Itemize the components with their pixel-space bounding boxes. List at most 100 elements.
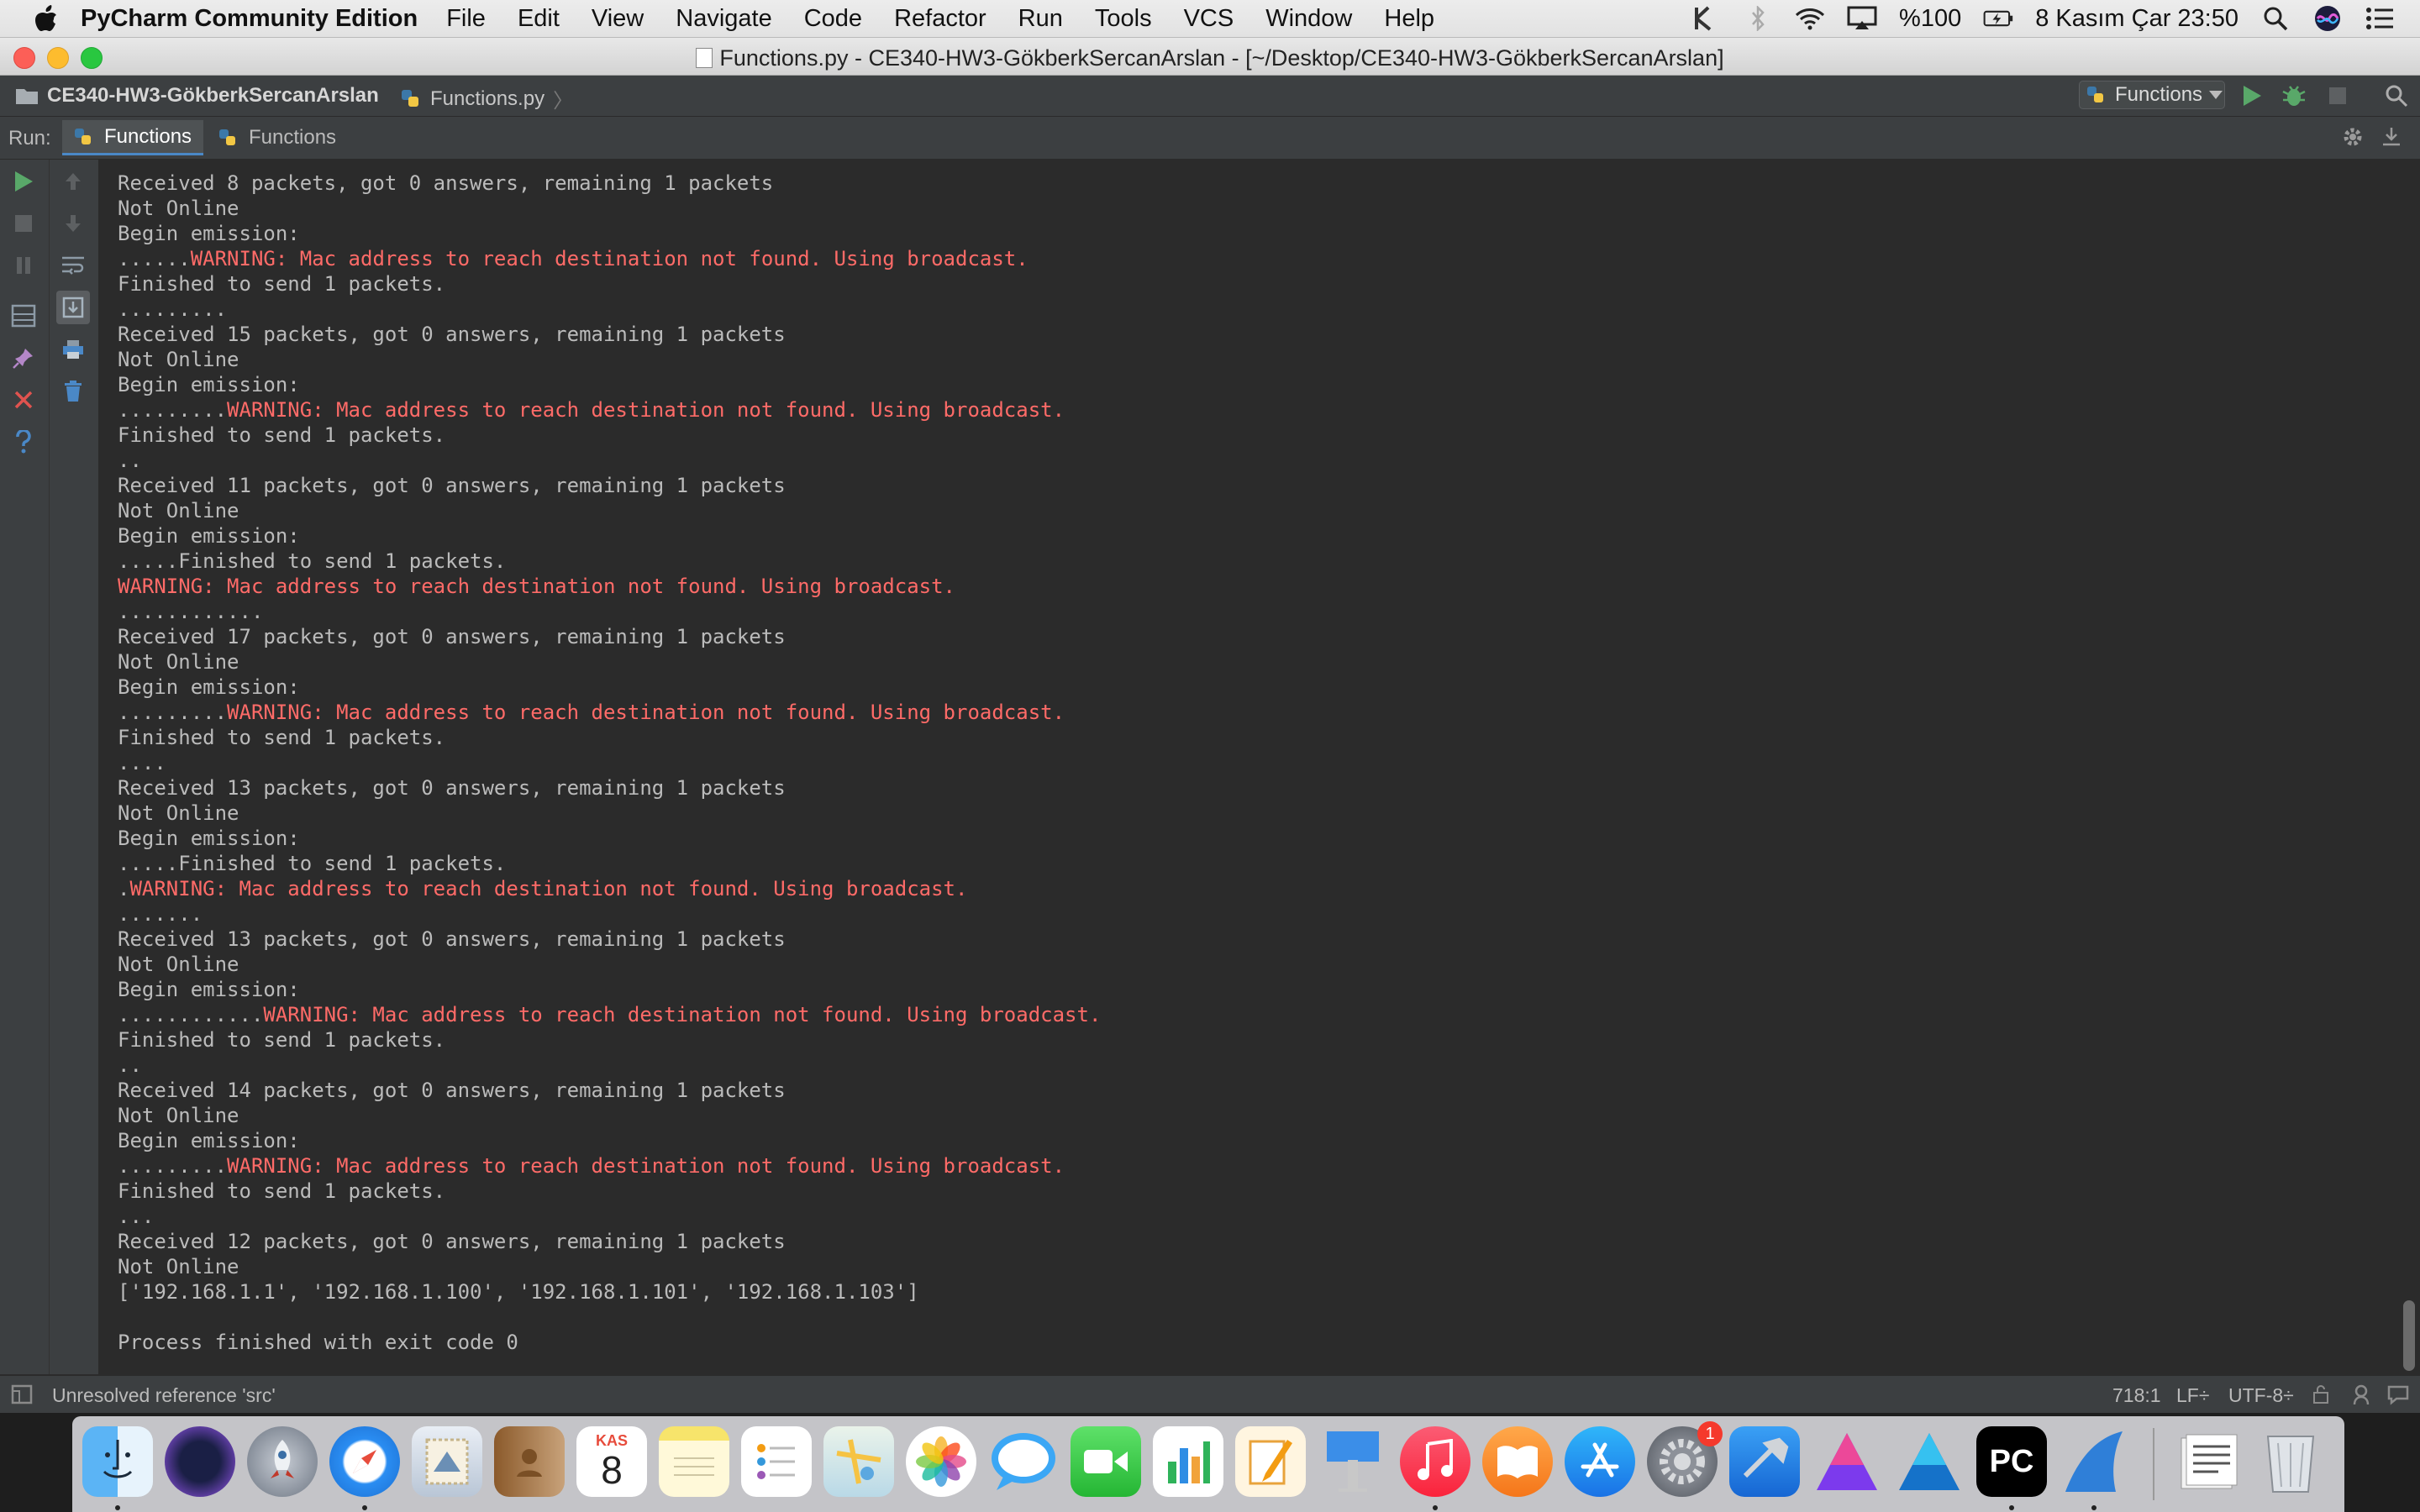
- console-progress-dots: ............: [118, 1003, 264, 1026]
- launchpad-rocket-icon[interactable]: [247, 1426, 318, 1497]
- pin-tab-icon[interactable]: [7, 341, 40, 375]
- console-line: .WARNING: Mac address to reach destinati…: [118, 876, 967, 901]
- search-everywhere-icon[interactable]: [2380, 79, 2413, 113]
- ibooks-icon[interactable]: [1482, 1426, 1553, 1497]
- stop-process-icon[interactable]: [7, 207, 40, 240]
- notification-center-icon[interactable]: [2365, 6, 2395, 31]
- console-line: WARNING: Mac address to reach destinatio…: [118, 574, 955, 599]
- run-tab-functions-active[interactable]: Functions: [62, 120, 204, 155]
- console-line: Begin emission:: [118, 1129, 300, 1152]
- run-console-output[interactable]: Received 8 packets, got 0 answers, remai…: [99, 160, 2393, 1374]
- pages-icon[interactable]: [1235, 1426, 1306, 1497]
- contacts-book-icon[interactable]: [494, 1426, 565, 1497]
- menu-code[interactable]: Code: [804, 5, 862, 33]
- scrollbar-thumb[interactable]: [2403, 1300, 2415, 1371]
- breadcrumb-project[interactable]: CE340-HW3-GökberkSercanArslan: [15, 84, 379, 108]
- inspector-hector-icon[interactable]: [2344, 1378, 2378, 1411]
- notes-icon[interactable]: [659, 1426, 729, 1497]
- scroll-to-end-icon[interactable]: [56, 291, 90, 324]
- trash-can-icon[interactable]: [2255, 1426, 2326, 1497]
- console-line: Begin emission:: [118, 978, 300, 1001]
- breadcrumb-file[interactable]: Functions.py 〉: [400, 84, 573, 113]
- help-icon[interactable]: [7, 425, 40, 459]
- affinity-photo-icon[interactable]: [1812, 1426, 1882, 1497]
- console-line: Not Online: [118, 197, 239, 220]
- trash-icon[interactable]: [56, 375, 90, 408]
- tool-windows-toggle-icon[interactable]: [5, 1378, 39, 1411]
- python-run-icon: [219, 129, 235, 145]
- app-store-icon[interactable]: [1565, 1426, 1635, 1497]
- console-line: .........: [118, 297, 228, 321]
- documents-stack-icon[interactable]: [2173, 1426, 2244, 1497]
- reminders-icon[interactable]: [741, 1426, 812, 1497]
- run-configuration-selector[interactable]: Functions: [2079, 81, 2225, 109]
- caret-position[interactable]: 718:1: [2112, 1384, 2161, 1407]
- scroll-down-arrow-icon[interactable]: [56, 207, 90, 240]
- clock-datetime[interactable]: 8 Kasım Çar 23:50: [2035, 5, 2238, 33]
- itunes-music-icon[interactable]: [1400, 1426, 1470, 1497]
- close-icon[interactable]: [7, 383, 40, 417]
- keynote-podium-icon[interactable]: [1318, 1426, 1388, 1497]
- siri-icon[interactable]: [2312, 6, 2343, 31]
- facetime-icon[interactable]: [1071, 1426, 1141, 1497]
- menu-window[interactable]: Window: [1265, 5, 1352, 33]
- stop-icon[interactable]: [2321, 79, 2354, 113]
- read-only-lock-icon[interactable]: [2304, 1378, 2338, 1411]
- spotlight-search-icon[interactable]: [2260, 6, 2291, 31]
- wireshark-fin-icon[interactable]: [2059, 1426, 2129, 1497]
- xcode-hammer-icon[interactable]: [1729, 1426, 1800, 1497]
- status-message: Unresolved reference 'src': [52, 1384, 276, 1406]
- menu-file[interactable]: File: [446, 5, 486, 33]
- photos-flower-icon[interactable]: [906, 1426, 976, 1497]
- rerun-icon[interactable]: [7, 165, 40, 198]
- hide-panel-icon[interactable]: [2375, 120, 2408, 154]
- console-warning-text: WARNING: Mac address to reach destinatio…: [129, 877, 968, 900]
- scroll-up-arrow-icon[interactable]: [56, 165, 90, 198]
- layout-icon[interactable]: [7, 299, 40, 333]
- menu-navigate[interactable]: Navigate: [676, 5, 771, 33]
- maps-icon[interactable]: [823, 1426, 894, 1497]
- numbers-chart-icon[interactable]: [1153, 1426, 1223, 1497]
- breadcrumb-file-label: Functions.py: [430, 87, 545, 110]
- run-tab-functions[interactable]: Functions: [207, 120, 348, 155]
- event-log-icon[interactable]: [2381, 1378, 2415, 1411]
- console-vertical-scrollbar[interactable]: [2400, 160, 2420, 1374]
- console-line: Not Online: [118, 650, 239, 674]
- menu-help[interactable]: Help: [1384, 5, 1434, 33]
- safari-compass-icon[interactable]: [329, 1426, 400, 1497]
- menu-edit[interactable]: Edit: [518, 5, 560, 33]
- debug-icon[interactable]: [2277, 79, 2311, 113]
- soft-wrap-icon[interactable]: [56, 249, 90, 282]
- console-line: Finished to send 1 packets.: [118, 272, 446, 296]
- navigation-bar: CE340-HW3-GökberkSercanArslan Functions.…: [0, 76, 2420, 117]
- bluetooth-icon[interactable]: [1743, 6, 1773, 31]
- menu-tools[interactable]: Tools: [1095, 5, 1152, 33]
- console-line: ............: [118, 600, 264, 623]
- affinity-designer-icon[interactable]: [1894, 1426, 1965, 1497]
- battery-charging-icon[interactable]: [1983, 6, 2013, 31]
- menu-run[interactable]: Run: [1018, 5, 1063, 33]
- menu-refactor[interactable]: Refactor: [894, 5, 986, 33]
- menu-vcs[interactable]: VCS: [1184, 5, 1234, 33]
- siri-icon[interactable]: [165, 1426, 235, 1497]
- settings-gear-icon[interactable]: [2336, 120, 2370, 154]
- kite-icon[interactable]: [1691, 6, 1721, 31]
- mail-stamp-icon[interactable]: [412, 1426, 482, 1497]
- pycharm-app-icon[interactable]: PC: [1976, 1426, 2047, 1497]
- print-icon[interactable]: [56, 333, 90, 366]
- app-name-menu[interactable]: PyCharm Community Edition: [81, 5, 418, 33]
- breadcrumb-project-label: CE340-HW3-GökberkSercanArslan: [47, 84, 379, 107]
- menu-view[interactable]: View: [592, 5, 644, 33]
- finder-icon[interactable]: [82, 1426, 153, 1497]
- airplay-icon[interactable]: [1847, 6, 1877, 31]
- messages-bubble-icon[interactable]: [988, 1426, 1059, 1497]
- calendar-icon[interactable]: KAS 8: [576, 1426, 647, 1497]
- apple-logo-icon[interactable]: [30, 3, 62, 34]
- pause-icon[interactable]: [7, 249, 40, 282]
- wifi-icon[interactable]: [1795, 6, 1825, 31]
- calendar-day: 8: [601, 1448, 623, 1492]
- run-icon[interactable]: [2235, 79, 2269, 113]
- line-separator-selector[interactable]: LF÷: [2176, 1384, 2209, 1407]
- system-preferences-gear-icon[interactable]: 1: [1647, 1421, 1723, 1497]
- file-encoding-selector[interactable]: UTF-8÷: [2228, 1384, 2294, 1407]
